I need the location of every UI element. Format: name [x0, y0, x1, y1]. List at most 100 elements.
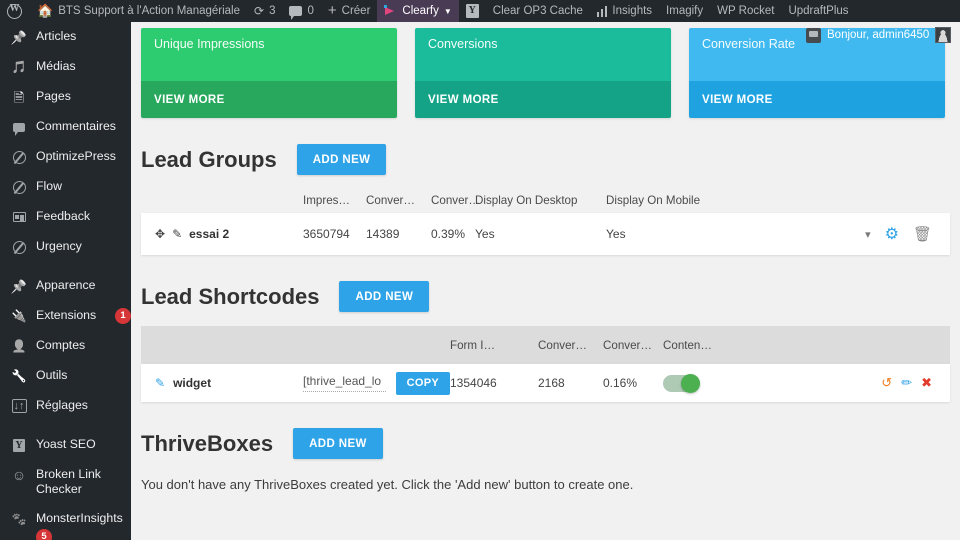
card-conversions: Conversions VIEW MORE	[415, 28, 671, 118]
trash-icon[interactable]: 🗑	[913, 225, 932, 243]
comment-icon	[10, 119, 28, 136]
lead-groups-add-new-button[interactable]: ADD NEW	[296, 144, 387, 175]
comments-menu[interactable]: 0	[282, 0, 320, 22]
sidebar-item-feedback[interactable]: Feedback	[0, 202, 131, 232]
sidebar-item-articles[interactable]: Articles	[0, 22, 131, 52]
row-name: widget	[173, 376, 212, 390]
row-actions: ▾ ⚙ 🗑	[806, 224, 950, 244]
sidebar-item-reglages[interactable]: ↓↑ Réglages	[0, 391, 131, 421]
row-content-toggle-cell	[663, 373, 773, 393]
feedback-icon	[10, 209, 28, 225]
sidebar-item-extensions[interactable]: Extensions 1	[0, 301, 131, 331]
column-header-conversion-rate: Conver…	[431, 193, 480, 207]
column-header-conversion-rate: Conver…	[603, 338, 652, 352]
row-conversion-rate: 0.16%	[603, 376, 638, 390]
sidebar-item-label: Apparence	[36, 278, 96, 292]
howdy-label: Bonjour, admin6450	[827, 29, 930, 41]
sidebar-item-commentaires[interactable]: Commentaires	[0, 112, 131, 142]
sidebar-item-yoast-seo[interactable]: Yoast SEO	[0, 430, 131, 460]
insights-menu[interactable]: Insights	[590, 0, 659, 22]
sidebar-item-medias[interactable]: Médias	[0, 52, 131, 82]
plug-icon	[10, 308, 28, 324]
lead-groups-header: Lead Groups ADD NEW	[131, 118, 960, 175]
site-name-menu[interactable]: 🏠 BTS Support à l'Action Managériale	[30, 0, 247, 22]
thriveboxes-header: ThriveBoxes ADD NEW	[131, 402, 960, 459]
copy-button[interactable]: COPY	[395, 371, 450, 395]
row-name-cell: ✥ ✎ essai 2	[141, 227, 303, 241]
row-conversion-rate: 0.39%	[431, 227, 466, 241]
content-toggle[interactable]	[663, 373, 700, 393]
comment-bubble-icon	[289, 6, 303, 20]
comments-count: 0	[307, 5, 314, 17]
updates-menu[interactable]: ⟳ 3	[247, 0, 282, 22]
column-header-conversions: Conver…	[538, 338, 587, 352]
howdy-menu[interactable]: Bonjour, admin6450	[806, 22, 952, 48]
wp-rocket-menu[interactable]: WP Rocket	[710, 0, 781, 22]
broken-link-icon	[10, 467, 28, 483]
extensions-update-badge: 1	[115, 308, 131, 324]
column-header-display-on-desktop: Display On Desktop	[475, 193, 578, 207]
sidebar-item-label: Broken Link Checker	[36, 467, 101, 496]
document-edit-icon[interactable]: ✏	[901, 375, 912, 391]
new-content-menu[interactable]: + Créer	[321, 0, 378, 22]
sidebar-item-label: MonsterInsights 5	[36, 511, 131, 540]
sidebar-item-comptes[interactable]: Comptes	[0, 331, 131, 361]
updates-icon: ⟳	[254, 4, 265, 18]
shortcode-field[interactable]: [thrive_lead_lo	[303, 374, 386, 392]
circle-slash-icon	[10, 179, 28, 195]
yoast-menu[interactable]	[459, 0, 486, 22]
row-impressions: 3650794	[303, 227, 350, 241]
clear-cache-menu[interactable]: Clear OP3 Cache	[486, 0, 590, 22]
lead-shortcodes-header: Lead Shortcodes ADD NEW	[131, 255, 960, 312]
lead-shortcodes-title: Lead Shortcodes	[141, 283, 320, 309]
sidebar-item-optimizepress[interactable]: OptimizePress	[0, 142, 131, 172]
sidebar-item-label: Commentaires	[36, 119, 116, 133]
sidebar-item-label: Réglages	[36, 398, 88, 412]
sidebar-item-monsterinsights[interactable]: MonsterInsights 5	[0, 504, 131, 540]
thriveboxes-add-new-button[interactable]: ADD NEW	[293, 428, 383, 459]
thriveboxes-empty-message: You don't have any ThriveBoxes created y…	[141, 477, 634, 492]
chevron-down-icon[interactable]: ▾	[865, 228, 871, 241]
updraftplus-menu[interactable]: UpdraftPlus	[781, 0, 855, 22]
bar-chart-icon	[596, 5, 608, 17]
screen-options-icon	[806, 27, 821, 43]
undo-icon[interactable]: ↺	[881, 375, 892, 391]
card-view-more-button[interactable]: VIEW MORE	[689, 81, 945, 118]
sidebar-item-broken-link-checker[interactable]: Broken Link Checker	[0, 460, 131, 504]
sidebar-item-urgency[interactable]: Urgency	[0, 232, 131, 262]
paintbrush-icon	[10, 278, 28, 294]
table-header-row: Form I… Conver… Conver… Conten…	[141, 326, 950, 364]
imagify-menu[interactable]: Imagify	[659, 0, 710, 22]
clearfy-menu[interactable]: Clearfy ▼	[377, 0, 459, 22]
wordpress-logo-icon	[7, 3, 22, 19]
edit-pencil-icon[interactable]: ✎	[155, 376, 165, 390]
table-row[interactable]: ✎ widget [thrive_lead_lo COPY 1354046 21…	[141, 364, 950, 402]
row-form-impressions: 1354046	[450, 376, 497, 390]
clearfy-label: Clearfy	[402, 5, 439, 17]
drag-handle-icon[interactable]: ✥	[155, 227, 165, 241]
lead-shortcodes-add-new-button[interactable]: ADD NEW	[339, 281, 430, 312]
media-icon	[10, 59, 28, 75]
document-delete-icon[interactable]: ✖	[921, 375, 932, 391]
sidebar-item-label: Articles	[36, 29, 77, 43]
row-actions: ↺ ✏ ✖	[773, 375, 950, 391]
sidebar-item-label: OptimizePress	[36, 149, 116, 163]
lead-shortcodes-table: Form I… Conver… Conver… Conten… ✎ widget…	[141, 326, 950, 402]
sidebar-item-outils[interactable]: Outils	[0, 361, 131, 391]
card-title: Unique Impressions	[154, 37, 265, 51]
edit-pencil-icon[interactable]: ✎	[172, 227, 182, 241]
sidebar-item-apparence[interactable]: Apparence	[0, 271, 131, 301]
card-view-more-button[interactable]: VIEW MORE	[415, 81, 671, 118]
sidebar-item-flow[interactable]: Flow	[0, 172, 131, 202]
gear-icon[interactable]: ⚙	[885, 224, 899, 244]
user-icon	[10, 338, 28, 354]
wordpress-logo-menu[interactable]	[0, 0, 30, 22]
imagify-label: Imagify	[666, 5, 704, 17]
row-display-mobile: Yes	[606, 227, 626, 241]
table-row[interactable]: ✥ ✎ essai 2 3650794 14389 0.39% Yes Yes …	[141, 213, 950, 255]
row-display-desktop: Yes	[475, 227, 495, 241]
sidebar-item-pages[interactable]: Pages	[0, 82, 131, 112]
card-view-more-button[interactable]: VIEW MORE	[141, 81, 397, 118]
wrench-icon	[10, 368, 28, 384]
yoast-seo-icon	[10, 437, 28, 453]
